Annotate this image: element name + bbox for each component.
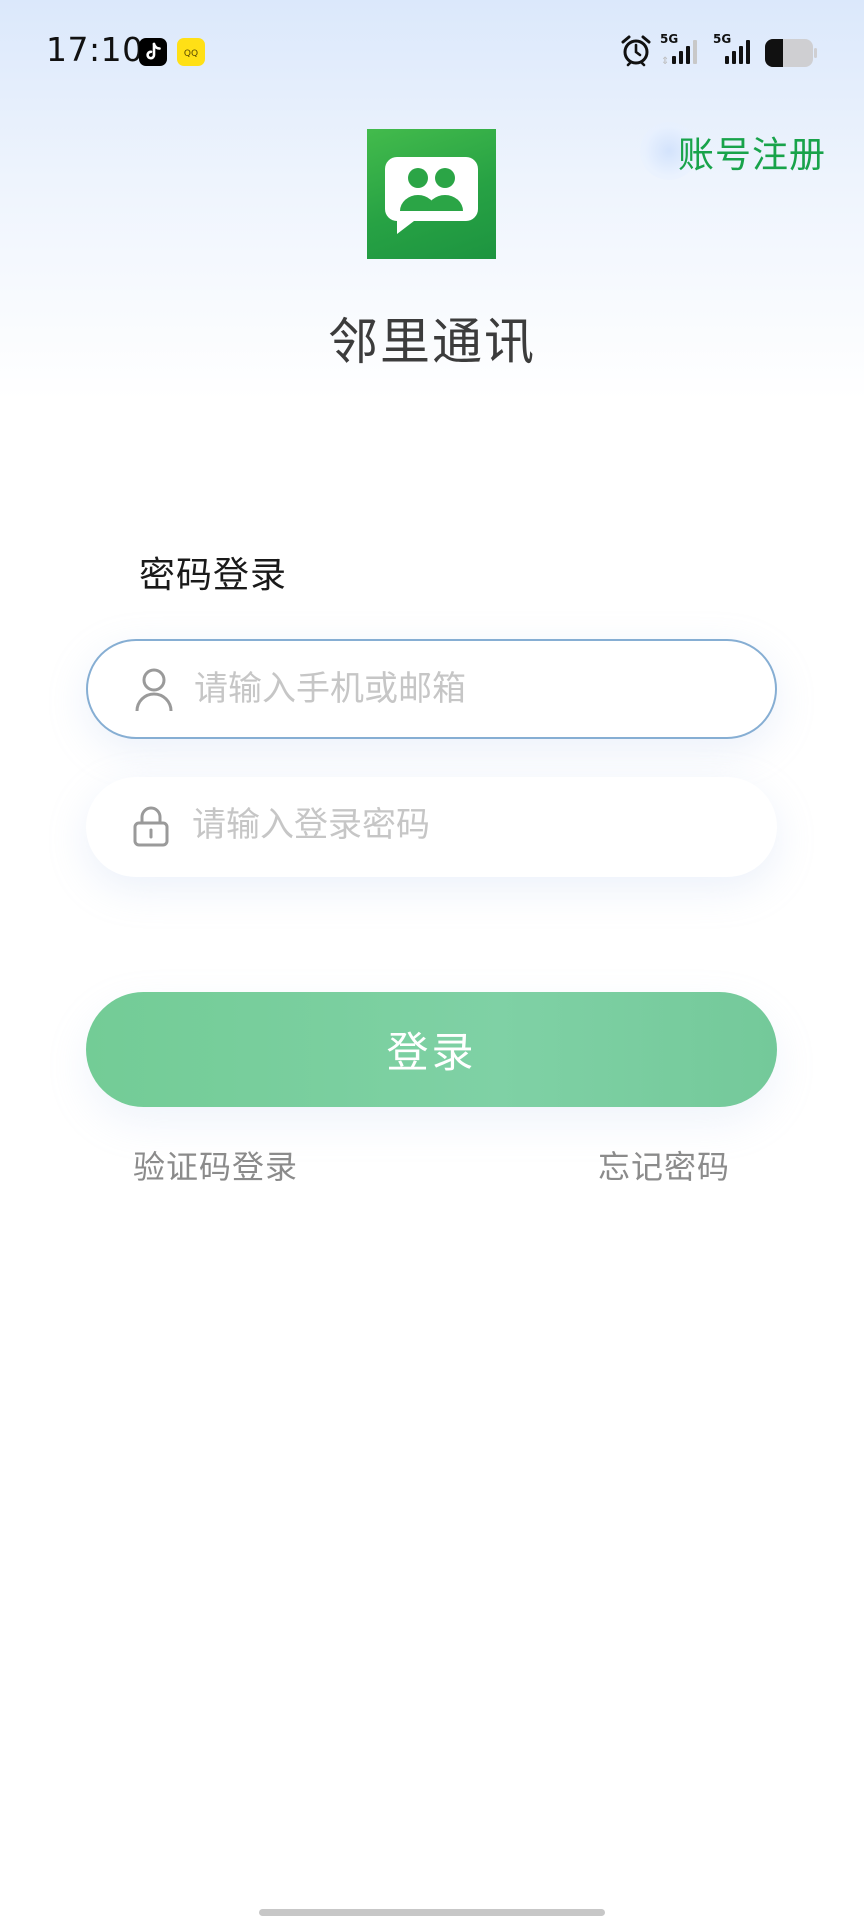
phone-email-input[interactable] (194, 641, 754, 737)
status-bar: 17:10 QQ 5G ⇕ 5G (0, 0, 864, 104)
qq-music-icon: QQ (177, 38, 205, 66)
svg-text:5G: 5G (713, 32, 731, 46)
svg-text:⇕: ⇕ (661, 56, 669, 67)
app-logo (367, 129, 496, 259)
app-name: 邻里通讯 (328, 313, 536, 371)
user-icon (134, 667, 174, 717)
5g-signal-icon: 5G ⇕ (659, 30, 705, 72)
password-field[interactable] (86, 777, 777, 877)
home-indicator[interactable] (259, 1909, 605, 1916)
sms-code-login-link[interactable]: 验证码登录 (133, 1142, 298, 1188)
login-button[interactable]: 登录 (86, 992, 777, 1107)
login-method-title: 密码登录 (139, 555, 288, 596)
forgot-password-link[interactable]: 忘记密码 (598, 1142, 730, 1188)
battery-icon (764, 38, 818, 72)
alarm-icon (620, 34, 652, 72)
5g-signal-icon: 5G (712, 30, 758, 72)
phone-email-field[interactable] (86, 639, 777, 739)
chat-people-icon (385, 157, 478, 234)
lock-icon (132, 805, 170, 851)
svg-text:QQ: QQ (184, 49, 198, 59)
status-time: 17:10 (46, 30, 144, 69)
tiktok-icon (139, 38, 167, 66)
svg-text:5G: 5G (660, 32, 678, 46)
register-link[interactable]: 账号注册 (678, 126, 826, 178)
password-input[interactable] (192, 777, 752, 873)
